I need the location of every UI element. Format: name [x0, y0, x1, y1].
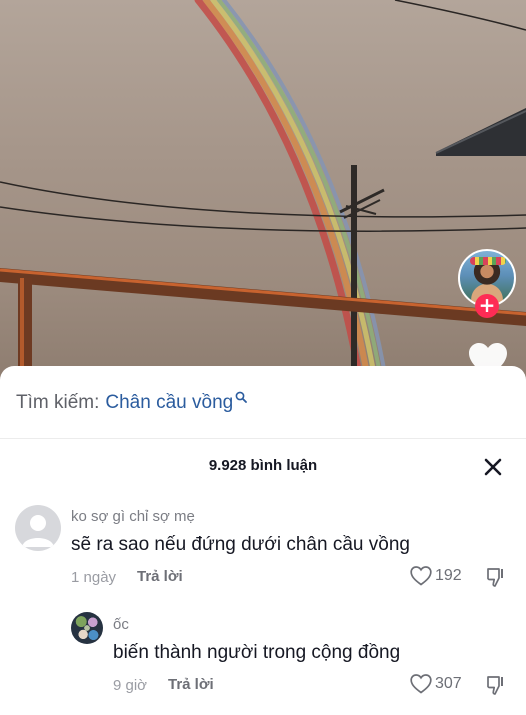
search-query-link[interactable]: Chân cầu vồng	[105, 392, 233, 414]
reply-comment-item: ốc biến thành người trong cộng đồng 9 gi…	[0, 612, 526, 712]
reply-button[interactable]: Trả lời	[137, 568, 183, 585]
creator-avatar[interactable]: +	[458, 249, 516, 318]
heart-outline-icon	[410, 674, 432, 694]
heart-outline-icon	[410, 566, 432, 586]
comment-count-title: 9.928 bình luận	[208, 457, 318, 474]
comment-time: 9 giờ	[113, 677, 148, 694]
comment-text: sẽ ra sao nếu đứng dưới chân cầu vồng	[71, 534, 410, 555]
like-button[interactable]: 192	[410, 566, 462, 586]
divider	[0, 438, 526, 439]
comment-time: 1 ngày	[71, 569, 117, 586]
reply-button[interactable]: Trả lời	[168, 676, 214, 693]
follow-plus-icon[interactable]: +	[475, 294, 499, 318]
video-player[interactable]: +	[0, 0, 526, 380]
search-icon	[235, 391, 248, 403]
like-button[interactable]: 307	[410, 674, 462, 694]
dislike-icon[interactable]	[485, 566, 507, 588]
like-count: 192	[435, 567, 462, 584]
dislike-icon[interactable]	[485, 674, 507, 696]
video-frame	[0, 0, 526, 380]
like-count: 307	[435, 675, 462, 692]
search-suggestion[interactable]: Tìm kiếm: Chân cầu vồng	[16, 390, 248, 416]
comment-text: biến thành người trong cộng đồng	[113, 642, 401, 663]
default-user-icon	[22, 515, 54, 547]
commenter-username[interactable]: ốc	[113, 616, 129, 633]
comments-sheet: Tìm kiếm: Chân cầu vồng 9.928 bình luận …	[0, 366, 526, 715]
close-icon[interactable]	[482, 456, 504, 478]
commenter-avatar[interactable]	[15, 505, 61, 551]
search-prefix-label: Tìm kiếm:	[16, 392, 100, 413]
commenter-username[interactable]: ko sợ gì chỉ sợ mẹ	[71, 508, 195, 525]
commenter-avatar[interactable]	[71, 612, 103, 644]
comment-item: ko sợ gì chỉ sợ mẹ sẽ ra sao nếu đứng dư…	[0, 500, 526, 600]
